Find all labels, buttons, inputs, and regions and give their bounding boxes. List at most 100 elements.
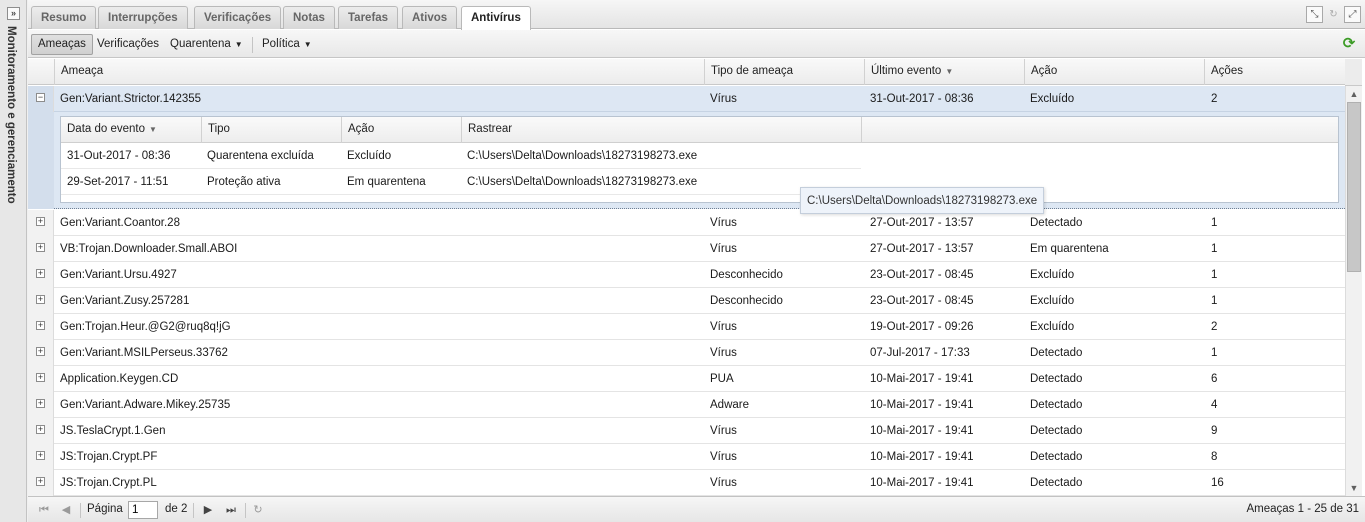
event-date: 29-Set-2017 - 11:51 bbox=[67, 176, 169, 188]
cell-last-event: 23-Out-2017 - 08:45 bbox=[870, 295, 974, 307]
scroll-down-icon[interactable]: ▼ bbox=[1346, 480, 1362, 496]
collapse-row-icon[interactable]: − bbox=[36, 93, 45, 102]
column-header-action[interactable]: Ação bbox=[1024, 59, 1204, 85]
sub-toolbar: Ameaças Verificações Quarentena ▼ Polític… bbox=[28, 30, 1365, 58]
column-header-last-event[interactable]: Último evento ▼ bbox=[864, 59, 1024, 85]
column-header-event-type[interactable]: Tipo bbox=[201, 117, 341, 143]
column-header-trace[interactable]: Rastrear bbox=[461, 117, 861, 143]
cell-action: Excluído bbox=[1030, 321, 1075, 333]
last-page-icon[interactable]: ⏭ bbox=[223, 502, 239, 518]
side-panel-title[interactable]: Monitoramento e gerenciamento bbox=[5, 26, 17, 204]
cell-actions: 16 bbox=[1211, 477, 1224, 489]
sort-desc-icon: ▼ bbox=[149, 125, 157, 134]
scroll-up-icon[interactable]: ▲ bbox=[1346, 86, 1362, 102]
subtab-ameacas[interactable]: Ameaças bbox=[31, 34, 93, 55]
tab-tarefas[interactable]: Tarefas bbox=[338, 6, 399, 29]
column-header-event-date[interactable]: Data do evento ▼ bbox=[61, 117, 201, 143]
table-row[interactable]: + Gen:Variant.Adware.Mikey.25735 Adware 10-… bbox=[28, 392, 1345, 418]
cell-last-event: 23-Out-2017 - 08:45 bbox=[870, 269, 974, 281]
expand-icon[interactable]: ⤢ bbox=[1344, 6, 1361, 23]
cell-type: Adware bbox=[710, 399, 749, 411]
cell-action: Detectado bbox=[1030, 399, 1083, 411]
expand-row-icon[interactable]: + bbox=[36, 321, 45, 330]
table-row[interactable]: + JS:Trojan.Crypt.PF Vírus 10-Mai-2017 - 19… bbox=[28, 444, 1345, 470]
collapse-icon[interactable]: ⤡ bbox=[1306, 6, 1323, 23]
event-row[interactable]: 29-Set-2017 - 11:51 Proteção ativa Em qu… bbox=[61, 169, 861, 195]
cell-last-event: 07-Jul-2017 - 17:33 bbox=[870, 347, 970, 359]
expand-row-icon[interactable]: + bbox=[36, 373, 45, 382]
detail-expander-cell bbox=[28, 112, 54, 209]
expand-row-icon[interactable]: + bbox=[36, 451, 45, 460]
expand-row-icon[interactable]: + bbox=[36, 217, 45, 226]
tab-verificacoes[interactable]: Verificações bbox=[194, 6, 282, 29]
cell-type: Desconhecido bbox=[710, 269, 783, 281]
header-scroll-cap bbox=[1345, 59, 1362, 86]
tab-ativos[interactable]: Ativos bbox=[402, 6, 458, 29]
cell-actions: 4 bbox=[1211, 399, 1218, 411]
table-row[interactable]: + Gen:Trojan.Heur.@G2@ruq8q!jG Vírus 19-Out… bbox=[28, 314, 1345, 340]
table-row[interactable]: + Gen:Variant.Zusy.257281 Desconhecido 23-O… bbox=[28, 288, 1345, 314]
table-row[interactable]: + JS.TeslaCrypt.1.Gen Vírus 10-Mai-2017 - 1… bbox=[28, 418, 1345, 444]
refresh-icon[interactable]: ⟳ bbox=[1341, 36, 1357, 52]
column-header-event-action[interactable]: Ação bbox=[341, 117, 461, 143]
event-type: Quarentena excluída bbox=[207, 150, 314, 162]
scroll-thumb[interactable] bbox=[1347, 102, 1361, 272]
tab-notas[interactable]: Notas bbox=[283, 6, 335, 29]
expand-row-icon[interactable]: + bbox=[36, 269, 45, 278]
table-row-selected[interactable]: − Gen:Variant.Strictor.142355 Vírus 31-O… bbox=[28, 86, 1345, 112]
expand-row-icon[interactable]: + bbox=[36, 295, 45, 304]
expand-row-icon[interactable]: + bbox=[36, 399, 45, 408]
table-row[interactable]: + VB:Trojan.Downloader.Small.ABOI Vírus 27-… bbox=[28, 236, 1345, 262]
cell-type: Vírus bbox=[710, 451, 737, 463]
side-panel: » Monitoramento e gerenciamento bbox=[0, 0, 27, 522]
subtab-quarentena[interactable]: Quarentena ▼ bbox=[163, 34, 250, 55]
cell-action: Detectado bbox=[1030, 425, 1083, 437]
table-row[interactable]: + Gen:Variant.MSILPerseus.33762 Vírus 07-Ju… bbox=[28, 340, 1345, 366]
cell-threat: Application.Keygen.CD bbox=[60, 373, 179, 385]
pager-divider bbox=[193, 503, 194, 518]
column-header-filler bbox=[861, 117, 1338, 143]
table-row[interactable]: + JS:Trojan.Crypt.PL Vírus 10-Mai-2017 - 19… bbox=[28, 470, 1345, 496]
cell-type: PUA bbox=[710, 373, 734, 385]
vertical-scrollbar[interactable]: ▲ ▼ bbox=[1345, 86, 1362, 496]
expand-row-icon[interactable]: + bbox=[36, 477, 45, 486]
first-page-icon[interactable]: ⏮ bbox=[36, 502, 52, 518]
trace-tooltip: C:\Users\Delta\Downloads\18273198273.exe bbox=[800, 187, 1045, 214]
cell-action: Detectado bbox=[1030, 347, 1083, 359]
chevron-down-icon: ▼ bbox=[303, 40, 312, 49]
prev-page-icon[interactable]: ◀ bbox=[58, 502, 74, 518]
refresh-page-icon[interactable]: ↻ bbox=[250, 502, 266, 518]
next-page-icon[interactable]: ▶ bbox=[200, 502, 216, 518]
tab-antivirus[interactable]: Antivírus bbox=[461, 6, 531, 30]
window-tools: ⤡ ↻ ⤢ bbox=[1304, 6, 1361, 24]
expand-row-icon[interactable]: + bbox=[36, 347, 45, 356]
column-header-type[interactable]: Tipo de ameaça bbox=[704, 59, 864, 85]
cell-type: Vírus bbox=[710, 425, 737, 437]
subtab-politica[interactable]: Política ▼ bbox=[255, 34, 319, 55]
expand-row-icon[interactable]: + bbox=[36, 425, 45, 434]
cell-actions: 8 bbox=[1211, 451, 1218, 463]
subtab-verificacoes[interactable]: Verificações bbox=[90, 34, 166, 55]
cell-type: Vírus bbox=[710, 321, 737, 333]
cell-actions: 9 bbox=[1211, 425, 1218, 437]
pager-divider bbox=[245, 503, 246, 518]
row-detail-panel: Data do evento ▼ Tipo Ação Rastrear 31-Ou… bbox=[28, 112, 1345, 209]
tab-resumo[interactable]: Resumo bbox=[31, 6, 97, 29]
page-number-input[interactable] bbox=[128, 501, 158, 519]
reload-icon[interactable]: ↻ bbox=[1325, 6, 1342, 23]
table-row[interactable]: + Application.Keygen.CD PUA 10-Mai-2017 - 1… bbox=[28, 366, 1345, 392]
tab-interrupcoes[interactable]: Interrupções bbox=[98, 6, 188, 29]
column-header-actions[interactable]: Ações bbox=[1204, 59, 1345, 85]
table-row[interactable]: + Gen:Variant.Coantor.28 Vírus 27-Out-2017 … bbox=[28, 210, 1345, 236]
main-area: Resumo Interrupções Verificações Notas T… bbox=[28, 0, 1365, 522]
event-row[interactable]: 31-Out-2017 - 08:36 Quarentena excluída … bbox=[61, 143, 861, 169]
cell-type: Vírus bbox=[710, 477, 737, 489]
expand-panel-button[interactable]: » bbox=[7, 7, 20, 20]
column-header-threat[interactable]: Ameaça bbox=[54, 59, 704, 85]
cell-actions: 1 bbox=[1211, 347, 1218, 359]
cell-threat: JS:Trojan.Crypt.PL bbox=[60, 477, 157, 489]
table-row[interactable]: + Gen:Variant.Ursu.4927 Desconhecido 23-Out… bbox=[28, 262, 1345, 288]
grid-header: Ameaça Tipo de ameaça Último evento ▼ Açã… bbox=[28, 59, 1345, 85]
page-count: de 2 bbox=[165, 503, 188, 515]
expand-row-icon[interactable]: + bbox=[36, 243, 45, 252]
